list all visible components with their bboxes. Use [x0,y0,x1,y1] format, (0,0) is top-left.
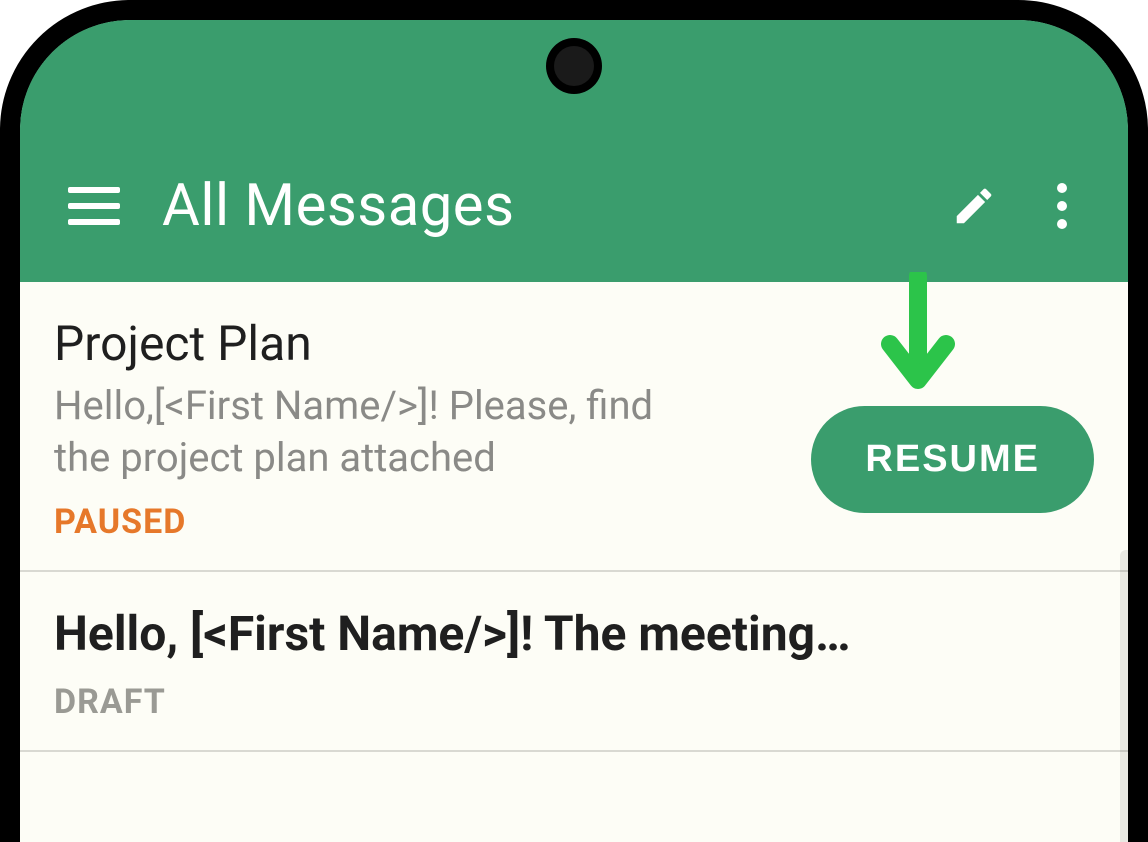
status-badge: DRAFT [54,682,1094,722]
resume-button[interactable]: RESUME [811,406,1094,513]
hamburger-icon[interactable] [68,176,128,236]
message-list: Project Plan Hello,[<First Name/>]! Plea… [20,282,1128,842]
scrollbar[interactable] [1120,550,1128,842]
list-item[interactable]: Hello, [<First Name/>]! The meeting… DRA… [20,572,1128,752]
more-menu-button[interactable] [1042,178,1082,234]
list-item[interactable]: Project Plan Hello,[<First Name/>]! Plea… [20,282,1128,572]
arrow-down-icon [878,272,958,402]
message-preview: Hello,[<First Name/>]! Please, find the … [54,380,694,484]
more-vertical-icon [1057,183,1067,193]
camera-notch [546,38,602,94]
page-title: All Messages [162,172,946,240]
edit-button[interactable] [946,178,1002,234]
pencil-icon [951,183,997,229]
phone-frame: All Messages [0,0,1148,842]
message-title: Hello, [<First Name/>]! The meeting… [54,604,1094,664]
